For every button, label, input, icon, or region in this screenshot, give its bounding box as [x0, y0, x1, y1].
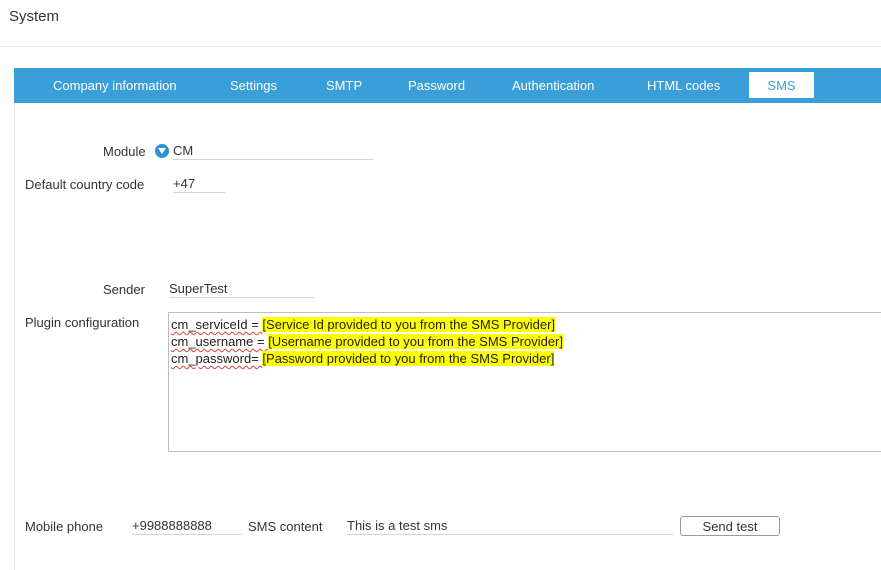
config-line: cm_password= [Password provided to you f… — [171, 350, 881, 367]
config-line: cm_serviceId = [Service Id provided to y… — [171, 316, 881, 333]
page-title: System — [9, 8, 60, 25]
config-value: [Username provided to you from the SMS P… — [268, 334, 563, 349]
system-page: System Company information Settings SMTP… — [0, 0, 881, 570]
module-label: Module — [103, 144, 146, 159]
chevron-down-icon[interactable] — [155, 144, 169, 158]
config-line: cm_username = [Username provided to you … — [171, 333, 881, 350]
plugin-configuration-textarea[interactable]: cm_serviceId = [Service Id provided to y… — [168, 312, 881, 452]
country-code-input[interactable] — [173, 176, 225, 193]
config-key: cm_username = — [171, 334, 269, 349]
header-divider — [0, 46, 881, 47]
config-value: [Password provided to you from the SMS P… — [262, 351, 555, 366]
tab-password[interactable]: Password — [408, 68, 465, 103]
config-key: cm_serviceId = — [171, 317, 263, 332]
tab-bar: Company information Settings SMTP Passwo… — [14, 68, 881, 103]
tab-html-codes[interactable]: HTML codes — [647, 68, 720, 103]
tab-authentication[interactable]: Authentication — [512, 68, 594, 103]
mobile-phone-input[interactable] — [132, 518, 242, 535]
tab-smtp[interactable]: SMTP — [326, 68, 362, 103]
sender-label: Sender — [103, 282, 145, 297]
sender-input[interactable] — [169, 281, 315, 298]
tab-company-information[interactable]: Company information — [53, 68, 177, 103]
module-select[interactable] — [173, 143, 373, 160]
tab-sms[interactable]: SMS — [749, 72, 814, 98]
plugin-configuration-label: Plugin configuration — [25, 315, 140, 330]
sms-content-input[interactable] — [347, 518, 673, 535]
tab-settings[interactable]: Settings — [230, 68, 277, 103]
sms-content-label: SMS content — [248, 519, 323, 534]
config-value: [Service Id provided to you from the SMS… — [262, 317, 556, 332]
send-test-button[interactable]: Send test — [680, 516, 780, 536]
country-code-label: Default country code — [25, 177, 145, 192]
config-key: cm_password= — [171, 351, 263, 366]
mobile-phone-label: Mobile phone — [25, 519, 104, 534]
